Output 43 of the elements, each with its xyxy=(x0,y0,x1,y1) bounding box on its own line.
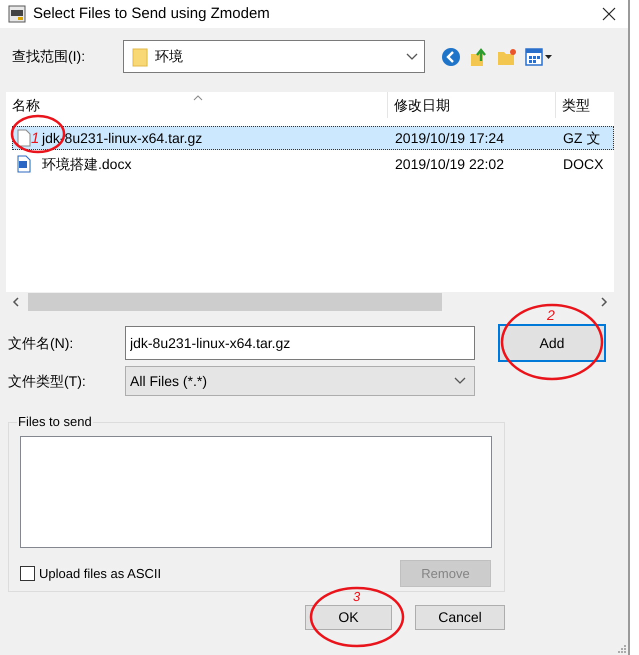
view-menu-icon[interactable] xyxy=(525,48,553,66)
annotation-number: 2 xyxy=(547,308,555,323)
file-type-label: 文件类型(T): xyxy=(7,372,87,391)
column-header[interactable]: 名称 xyxy=(6,92,388,118)
chevron-down-icon xyxy=(454,377,466,385)
resize-grip-icon[interactable] xyxy=(618,645,626,653)
dialog-button[interactable]: Cancel xyxy=(415,605,505,630)
file-type: DOCX xyxy=(563,156,604,172)
sort-caret-icon xyxy=(193,95,203,101)
file-name-field[interactable]: jdk-8u231-linux-x64.tar.gz xyxy=(125,326,475,360)
file-type-value: All Files (*.*) xyxy=(130,372,208,391)
checkbox[interactable] xyxy=(20,566,35,581)
window-title: Select Files to Send using Zmodem xyxy=(33,4,270,24)
look-in-dropdown[interactable]: 环境 xyxy=(123,40,425,73)
look-in-value: 环境 xyxy=(155,47,183,66)
chevron-down-icon xyxy=(406,52,418,60)
dialog-button[interactable]: OK xyxy=(305,605,392,630)
folder-icon xyxy=(132,46,148,66)
column-header[interactable]: 修改日期 xyxy=(388,92,556,118)
checkbox-label[interactable]: Upload files as ASCII xyxy=(39,564,162,584)
file-name-label: 文件名(N): xyxy=(7,334,74,353)
scroll-left-icon[interactable] xyxy=(12,297,20,307)
scroll-right-icon[interactable] xyxy=(600,297,608,307)
file-icon xyxy=(17,129,31,147)
close-icon[interactable] xyxy=(602,7,616,21)
files-to-send-list[interactable] xyxy=(20,436,492,548)
file-date: 2019/10/19 22:02 xyxy=(395,156,504,172)
annotation-number: 1 xyxy=(31,131,40,147)
app-icon xyxy=(8,5,26,23)
annotation-number: 3 xyxy=(353,590,360,604)
add-button[interactable]: Add xyxy=(498,324,606,362)
column-header[interactable]: 类型 xyxy=(556,92,614,118)
file-type: GZ 文 xyxy=(563,130,600,146)
file-row[interactable]: 环境搭建.docx 2019/10/19 22:02 DOCX xyxy=(12,152,614,176)
word-document-icon xyxy=(17,155,31,173)
scrollbar-thumb[interactable] xyxy=(28,293,442,311)
new-folder-icon[interactable] xyxy=(497,48,517,66)
file-type-dropdown[interactable]: All Files (*.*) xyxy=(125,366,475,396)
up-folder-icon[interactable] xyxy=(469,46,489,66)
look-in-label: 查找范围(I): xyxy=(11,47,86,66)
file-name: 环境搭建.docx xyxy=(42,154,132,174)
file-date: 2019/10/19 17:24 xyxy=(395,130,504,146)
back-icon[interactable] xyxy=(441,46,461,66)
